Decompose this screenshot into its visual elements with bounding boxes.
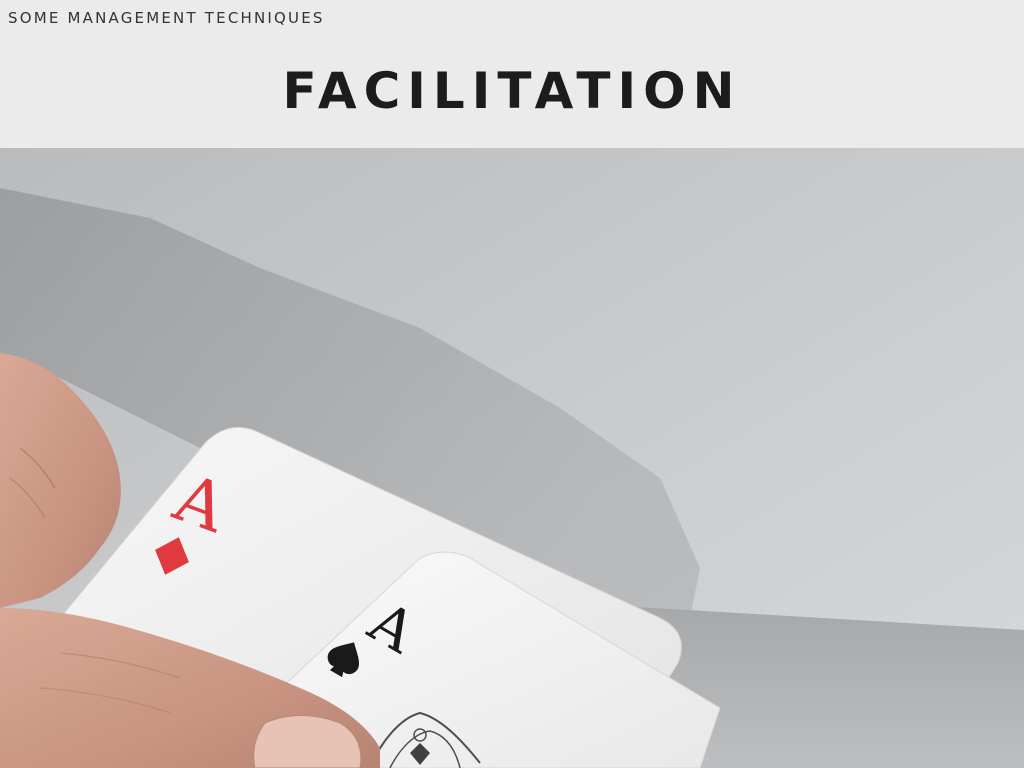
slide-header: SOME MANAGEMENT TECHNIQUES FACILITATION: [0, 0, 1024, 148]
section-label: SOME MANAGEMENT TECHNIQUES: [8, 9, 325, 27]
photo-illustration: A A: [0, 148, 1024, 768]
playing-cards-photo: A A: [0, 148, 1024, 768]
slide-title: FACILITATION: [282, 62, 742, 120]
